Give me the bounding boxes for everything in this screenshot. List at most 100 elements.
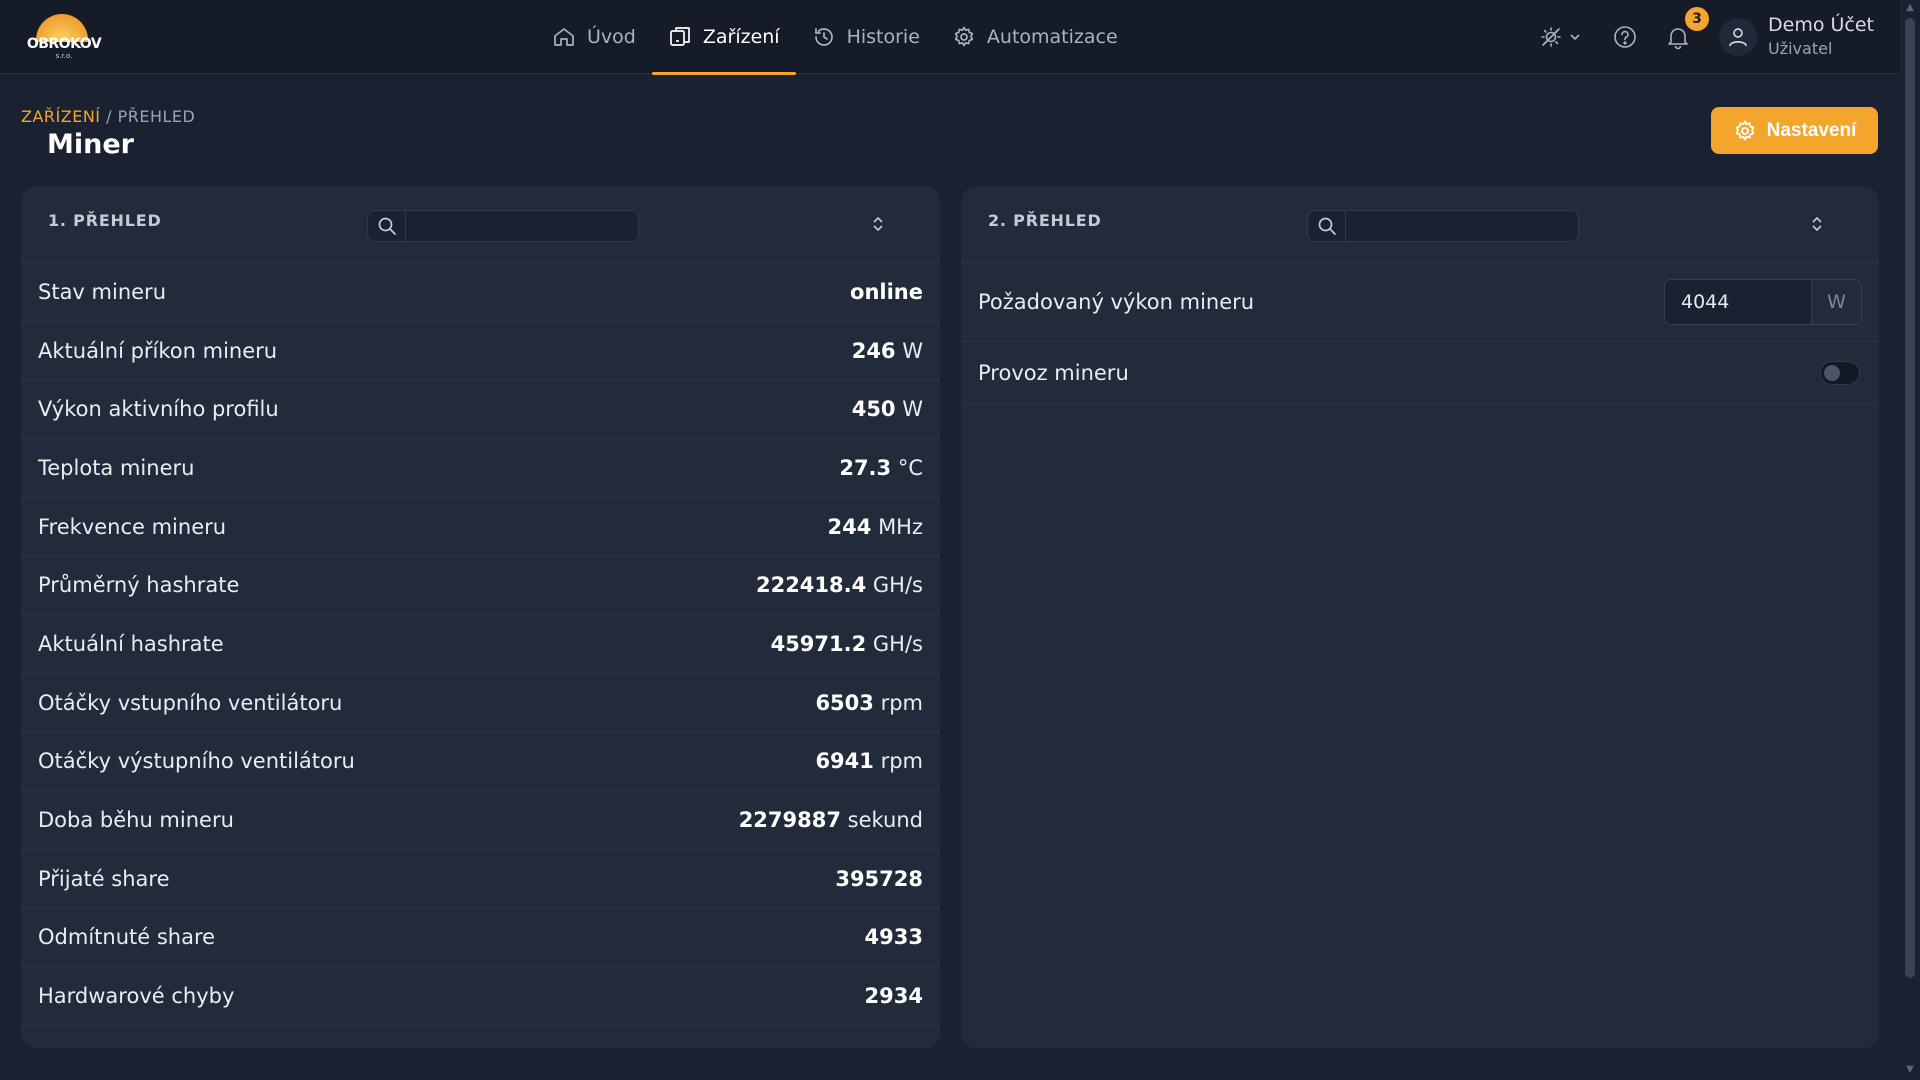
breadcrumb: ZAŘÍZENÍ / PŘEHLED — [21, 107, 195, 126]
row-unit: rpm — [873, 690, 923, 715]
panel-header: 1. PŘEHLED — [21, 187, 940, 263]
operation-toggle[interactable] — [1820, 361, 1860, 385]
row-value: 246 W — [852, 339, 923, 363]
panel-header: 2. PŘEHLED — [961, 187, 1879, 263]
row-number: 246 — [851, 338, 896, 363]
nav-label: Zařízení — [702, 26, 780, 48]
overview-panel-2: 2. PŘEHLED Požadovaný výkon mineru W Pro… — [961, 187, 1879, 1048]
table-row: Požadovaný výkon mineru W — [961, 263, 1879, 342]
row-number: 450 — [851, 397, 896, 422]
nav-item-zarizeni[interactable]: Zařízení — [651, 0, 796, 75]
theme-toggle-icon[interactable] — [1540, 24, 1566, 50]
table-row: Výkon aktivního profilu 450 W — [21, 380, 940, 440]
row-label: Požadovaný výkon mineru — [978, 290, 1255, 314]
row-number: 45971.2 — [770, 631, 867, 656]
row-number: 4933 — [864, 925, 923, 950]
nav-label: Automatizace — [986, 26, 1118, 48]
row-unit: GH/s — [866, 573, 923, 598]
scrollbar-thumb[interactable] — [1905, 18, 1915, 978]
nav-item-historie[interactable]: Historie — [796, 0, 936, 74]
brand-logo[interactable]: OBROKOV s.r.o. — [26, 10, 102, 62]
table-row: Teplota mineru 27.3 °C — [21, 439, 940, 498]
user-name[interactable]: Demo Účet — [1768, 14, 1874, 36]
row-number: 2279887 — [738, 808, 841, 833]
brand-name: OBROKOV — [26, 36, 102, 52]
row-label: Hardwarové chyby — [38, 984, 235, 1009]
row-number: 395728 — [835, 866, 923, 891]
row-label: Aktuální hashrate — [38, 631, 224, 656]
scroll-up-icon[interactable]: ▲ — [1903, 2, 1917, 14]
bell-icon[interactable] — [1665, 24, 1691, 50]
panel-title: 2. PŘEHLED — [988, 211, 1102, 230]
breadcrumb-current: PŘEHLED — [117, 107, 196, 126]
row-label: Otáčky výstupního ventilátoru — [38, 749, 355, 774]
settings-button[interactable]: Nastavení — [1711, 107, 1878, 154]
user-icon — [1729, 28, 1747, 47]
panel-search — [367, 210, 639, 242]
row-label: Aktuální příkon mineru — [38, 338, 278, 363]
row-value: 4933 — [865, 925, 923, 949]
row-value: 244 MHz — [828, 515, 923, 539]
row-number: 244 — [827, 514, 872, 539]
table-row: Aktuální hashrate 45971.2 GH/s — [21, 615, 940, 674]
row-number: 222418.4 — [755, 573, 867, 598]
table-row: Provoz mineru — [961, 342, 1879, 405]
nav-label: Úvod — [587, 26, 636, 48]
row-number: 6941 — [815, 749, 874, 774]
power-unit: W — [1811, 280, 1861, 324]
chevron-down-icon[interactable] — [1570, 33, 1580, 41]
row-number: 2934 — [864, 984, 923, 1009]
row-label: Přijaté share — [38, 866, 170, 891]
row-value: 2934 — [865, 984, 923, 1008]
breadcrumb-link-zarizeni[interactable]: ZAŘÍZENÍ — [21, 107, 101, 126]
table-row: Hardwarové chyby 2934 — [21, 967, 940, 1026]
brand-sub: s.r.o. — [55, 52, 73, 60]
user-role: Uživatel — [1768, 39, 1833, 58]
row-unit: rpm — [873, 749, 923, 774]
table-row: Odmítnuté share 4933 — [21, 909, 940, 968]
power-input-group: W — [1664, 279, 1862, 325]
gear-icon — [1735, 120, 1754, 140]
scroll-down-icon[interactable]: ▼ — [1903, 1064, 1917, 1076]
row-unit: MHz — [871, 514, 923, 539]
row-label: Otáčky vstupního ventilátoru — [38, 690, 343, 715]
help-icon[interactable] — [1612, 24, 1638, 50]
row-value: 6941 rpm — [815, 749, 923, 773]
row-value: 45971.2 GH/s — [771, 632, 923, 656]
nav-label: Historie — [846, 26, 920, 48]
search-input[interactable] — [1347, 211, 1577, 241]
row-value: 450 W — [852, 397, 923, 421]
row-value: 222418.4 GH/s — [756, 573, 923, 597]
row-value: 6503 rpm — [815, 691, 923, 715]
nav-item-automatizace[interactable]: Automatizace — [936, 0, 1134, 74]
table-row: Otáčky vstupního ventilátoru 6503 rpm — [21, 674, 940, 733]
row-label: Doba běhu mineru — [38, 808, 234, 833]
sort-icon[interactable] — [871, 214, 885, 234]
row-unit: W — [895, 397, 923, 422]
settings-button-label: Nastavení — [1766, 119, 1857, 141]
gear-icon — [954, 26, 974, 47]
breadcrumb-separator: / — [100, 107, 118, 126]
user-avatar[interactable] — [1719, 18, 1757, 56]
table-row: Stav mineru online — [21, 263, 940, 322]
devices-icon — [669, 27, 690, 46]
row-unit: W — [895, 338, 923, 363]
row-number: 27.3 — [839, 455, 892, 480]
main-nav: Úvod Zařízení Historie Automatizace — [536, 0, 1134, 75]
sort-icon[interactable] — [1810, 214, 1824, 234]
table-row: Aktuální příkon mineru 246 W — [21, 322, 940, 381]
search-icon[interactable] — [1308, 211, 1346, 241]
row-value: 395728 — [835, 867, 923, 891]
table-row: Přijaté share 395728 — [21, 850, 940, 909]
table-row: Otáčky výstupního ventilátoru 6941 rpm — [21, 733, 940, 792]
power-input[interactable] — [1665, 280, 1811, 324]
nav-item-uvod[interactable]: Úvod — [536, 0, 652, 74]
search-input[interactable] — [407, 211, 637, 241]
page-title: Miner — [47, 129, 134, 160]
search-icon[interactable] — [368, 211, 406, 241]
row-number: 6503 — [815, 690, 874, 715]
row-label: Průměrný hashrate — [38, 573, 240, 598]
notification-badge: 3 — [1685, 7, 1709, 31]
row-value: 27.3 °C — [839, 456, 923, 480]
metrics-list: Stav mineru online Aktuální příkon miner… — [21, 263, 940, 1026]
